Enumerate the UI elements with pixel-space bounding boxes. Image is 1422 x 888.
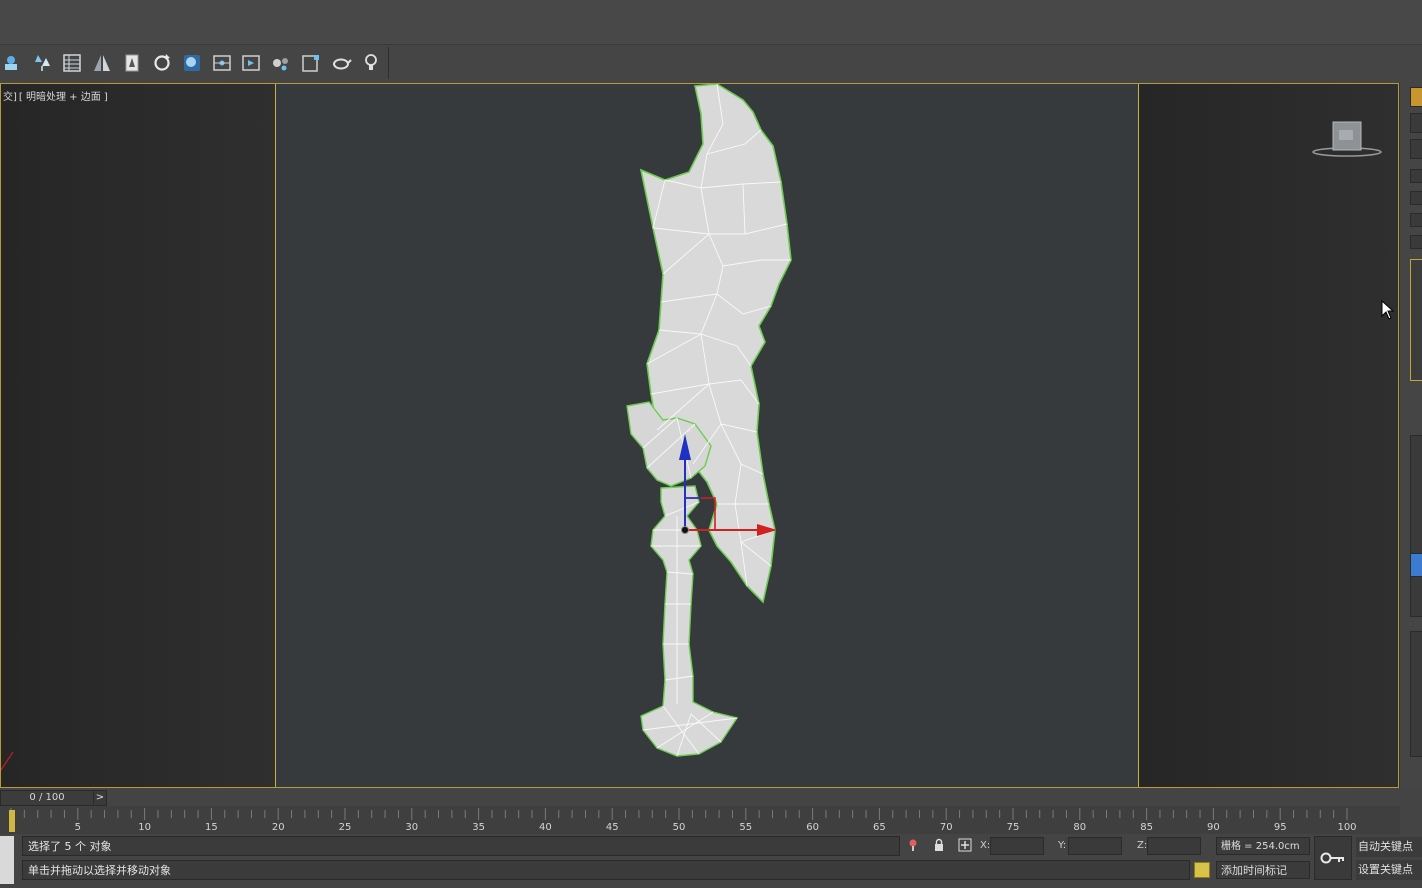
set-key-button[interactable] (1314, 836, 1352, 880)
render-frame-icon[interactable] (239, 50, 264, 76)
ruler-label: 100 (1337, 822, 1356, 833)
ruler-label: 25 (339, 822, 352, 833)
title-bar (0, 0, 1422, 45)
ruler-label: 40 (539, 822, 552, 833)
command-panel-button[interactable] (1410, 169, 1422, 183)
select-by-name-icon[interactable] (30, 50, 55, 76)
command-panel-field[interactable] (1410, 113, 1422, 133)
absolute-mode-icon[interactable] (958, 838, 972, 852)
y-coord-label: Y: (1058, 840, 1067, 851)
light-bulb-icon[interactable] (358, 50, 383, 76)
track-bar[interactable]: 5 10 15 20 25 30 35 40 45 50 55 60 65 70 75 80 85 90 95 100 (0, 806, 1400, 834)
command-panel-rollout[interactable] (1410, 435, 1422, 617)
time-slider-bar: 0 / 100 > (0, 790, 1422, 806)
current-frame-marker[interactable] (9, 810, 15, 832)
z-coord-field[interactable] (1147, 837, 1201, 855)
ruler-label: 15 (205, 822, 218, 833)
world-axis-tripod (1, 751, 14, 771)
ruler-labels: 5 10 15 20 25 30 35 40 45 50 55 60 65 70 75 80 85 90 95 100 (75, 822, 1357, 833)
time-slider[interactable]: 0 / 100 (0, 790, 94, 806)
command-panel-color-swatch[interactable] (1410, 553, 1422, 577)
command-panel-field[interactable] (1410, 139, 1422, 159)
selection-status: 选择了 5 个 对象 (22, 836, 900, 856)
grid-size-readout: 栅格 = 254.0cm (1216, 837, 1310, 855)
command-panel-button[interactable] (1410, 213, 1422, 227)
lock-icon[interactable] (932, 838, 946, 852)
ruler-ticks (10, 808, 1348, 820)
mirror-icon[interactable] (90, 50, 115, 76)
teapot-icon[interactable] (328, 50, 353, 76)
select-object-icon[interactable] (0, 50, 25, 76)
ruler-label: 80 (1073, 822, 1086, 833)
render-setup-icon[interactable] (209, 50, 234, 76)
ruler-label: 30 (405, 822, 418, 833)
ruler-label: 90 (1207, 822, 1220, 833)
material-editor-icon[interactable] (179, 50, 204, 76)
sword-model[interactable]: z (1, 84, 1399, 787)
ruler-label: 65 (873, 822, 886, 833)
rotate-icon[interactable] (149, 50, 174, 76)
ruler-label: 5 (75, 822, 81, 833)
x-coord-label: X: (980, 840, 991, 851)
sun-icon[interactable] (1410, 87, 1422, 107)
ruler-label: 95 (1274, 822, 1287, 833)
key-icon (1320, 852, 1344, 864)
x-coord-field[interactable] (990, 837, 1044, 855)
ruler-label: 45 (606, 822, 619, 833)
y-coord-field[interactable] (1068, 837, 1122, 855)
add-time-tag-button[interactable]: 添加时间标记 (1216, 861, 1310, 879)
ruler-label: 55 (739, 822, 752, 833)
align-icon[interactable] (119, 50, 144, 76)
isolate-selection-icon[interactable] (906, 838, 920, 852)
ruler-label: 10 (138, 822, 151, 833)
layer-explorer-icon[interactable] (60, 50, 85, 76)
z-coord-label: Z: (1137, 840, 1148, 851)
command-panel-button[interactable] (1410, 191, 1422, 205)
main-toolbar (0, 45, 1422, 83)
mouse-cursor-icon (1381, 300, 1395, 320)
command-panel-rollout[interactable] (1410, 631, 1422, 757)
prompt-line: 单击并拖动以选择并移动对象 (22, 860, 1190, 880)
ruler-label: 60 (806, 822, 819, 833)
modifier-stack-list[interactable] (1410, 259, 1422, 381)
time-next-button[interactable]: > (93, 790, 107, 806)
toolbar-icons (0, 47, 389, 79)
svg-text:z: z (688, 425, 692, 434)
frame-icon[interactable] (298, 50, 323, 76)
render-production-icon[interactable] (269, 50, 294, 76)
auto-key-button[interactable]: 自动关键点 (1356, 837, 1422, 857)
command-panel (1399, 83, 1422, 788)
ruler-label: 85 (1140, 822, 1153, 833)
ruler-label: 70 (940, 822, 953, 833)
perspective-viewport[interactable]: 交][ 明暗处理 + 边面 ] z (0, 83, 1399, 788)
ruler-label: 75 (1007, 822, 1020, 833)
ruler-label: 20 (272, 822, 285, 833)
viewcube-icon[interactable] (1309, 120, 1385, 160)
status-bar: 选择了 5 个 对象 单击并拖动以选择并移动对象 X: Y: Z: 栅格 = 2… (0, 834, 1422, 888)
command-panel-button[interactable] (1410, 235, 1422, 249)
maxscript-mini-listener[interactable] (0, 836, 14, 884)
ruler-label: 50 (673, 822, 686, 833)
ruler-label: 35 (472, 822, 485, 833)
time-tag-icon[interactable] (1194, 862, 1210, 878)
set-key-mode-button[interactable]: 设置关键点 (1356, 860, 1422, 880)
